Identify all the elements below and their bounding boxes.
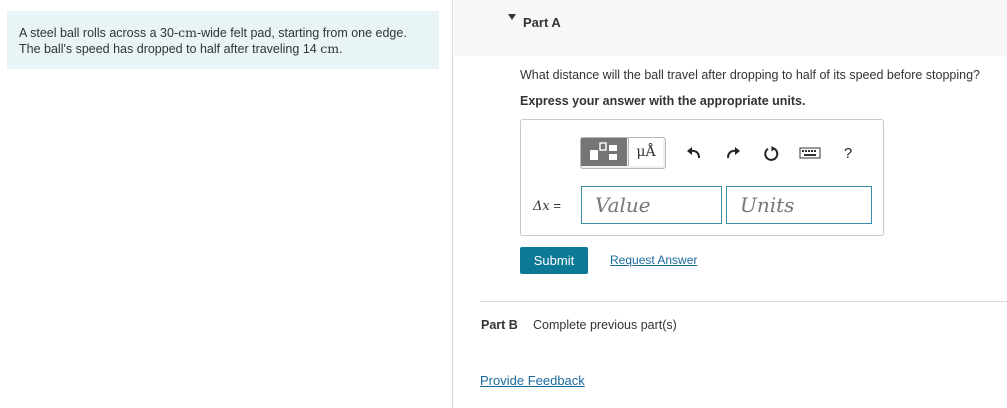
help-button[interactable]: ? <box>839 144 857 162</box>
part-a-title: Part A <box>523 15 561 30</box>
caret-down-icon[interactable] <box>508 14 516 20</box>
units-input[interactable]: Units <box>726 186 872 224</box>
problem-text: A steel ball rolls across a 30- <box>19 26 179 40</box>
part-a-header[interactable]: Part A <box>454 0 1007 56</box>
help-icon: ? <box>843 144 853 162</box>
provide-feedback-link[interactable]: Provide Feedback <box>480 373 585 388</box>
reset-button[interactable] <box>762 144 780 162</box>
undo-icon <box>687 147 700 159</box>
keyboard-button[interactable] <box>799 144 821 162</box>
problem-text: . <box>339 42 343 56</box>
templates-icon <box>590 142 617 160</box>
templates-button[interactable] <box>581 138 627 166</box>
equation-label: Δx = <box>533 198 561 214</box>
value-input[interactable]: Value <box>581 186 722 224</box>
keyboard-icon <box>799 147 821 159</box>
problem-text: -wide felt pad, starting from one edge. <box>196 26 407 40</box>
answer-box: μÅ ? Δx = Value Units <box>520 119 884 236</box>
problem-statement: A steel ball rolls across a 30-cm-wide f… <box>7 11 439 69</box>
problem-line-1: A steel ball rolls across a 30-cm-wide f… <box>19 25 427 41</box>
problem-text: The ball's speed has dropped to half aft… <box>19 42 321 56</box>
equals-sign: = <box>549 198 561 213</box>
unit-cm: cm <box>320 41 340 56</box>
request-answer-link[interactable]: Request Answer <box>610 253 697 267</box>
divider <box>480 301 1007 302</box>
redo-button[interactable] <box>724 144 742 162</box>
question-text: What distance will the ball travel after… <box>520 68 980 82</box>
toolbar-group: μÅ <box>580 137 666 169</box>
problem-line-2: The ball's speed has dropped to half aft… <box>19 41 427 57</box>
reset-icon <box>763 145 778 161</box>
part-b-status: Complete previous part(s) <box>533 318 677 332</box>
undo-button[interactable] <box>685 144 703 162</box>
instruction-text: Express your answer with the appropriate… <box>520 94 806 108</box>
answer-panel: Part A What distance will the ball trave… <box>454 0 1007 408</box>
units-icon: μÅ <box>636 144 656 160</box>
problem-panel: A steel ball rolls across a 30-cm-wide f… <box>0 0 453 408</box>
part-b-title: Part B <box>481 318 518 332</box>
unit-cm: cm <box>178 25 197 40</box>
units-button[interactable]: μÅ <box>628 138 663 166</box>
variable-delta-x: Δx <box>533 199 550 214</box>
redo-icon <box>727 147 740 159</box>
submit-button[interactable]: Submit <box>520 247 588 274</box>
